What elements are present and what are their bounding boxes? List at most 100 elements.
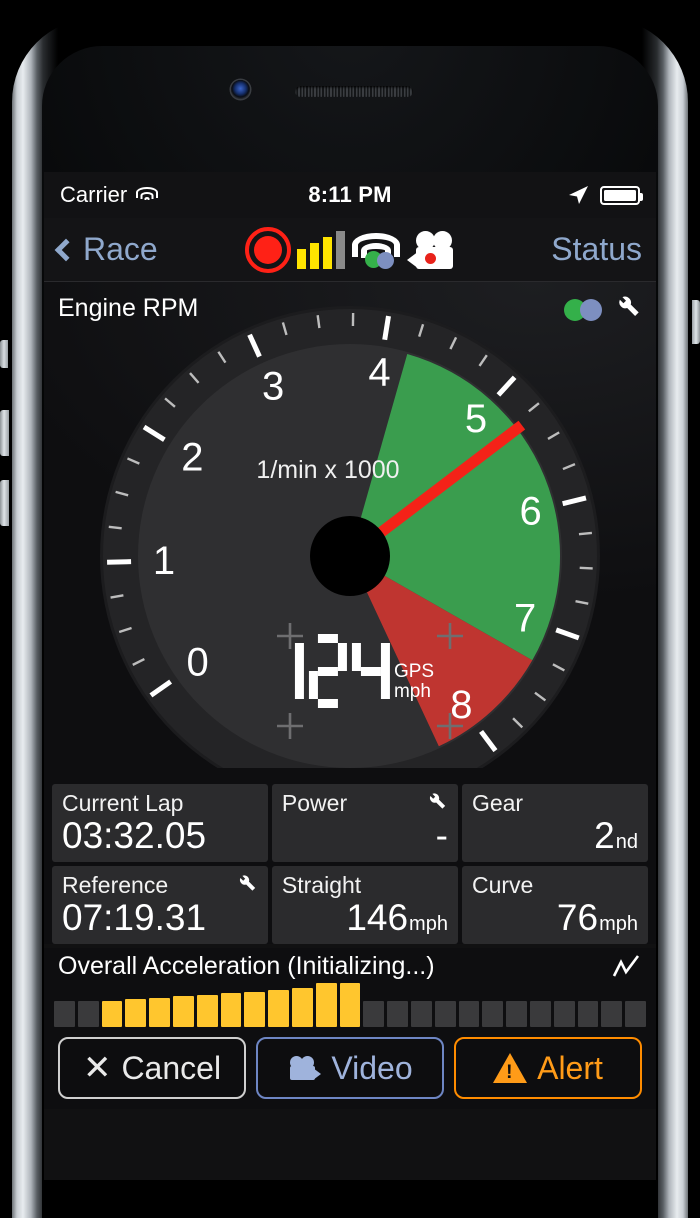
data-box-value: 2nd <box>472 817 638 854</box>
video-button[interactable]: Video <box>256 1037 444 1099</box>
gauge-tick-label: 6 <box>519 490 541 534</box>
video-camera-icon[interactable] <box>407 231 455 269</box>
acceleration-label: Overall Acceleration (Initializing...) <box>58 952 435 981</box>
cancel-button[interactable]: ✕ Cancel <box>58 1037 246 1099</box>
data-box-number: - <box>436 817 448 854</box>
signal-bar <box>323 237 332 269</box>
acceleration-bar <box>54 1001 75 1027</box>
acceleration-bar <box>435 1001 456 1027</box>
acceleration-bar <box>316 983 337 1027</box>
status-bar-right <box>566 184 640 206</box>
earpiece-speaker <box>295 86 413 97</box>
mute-switch[interactable] <box>0 340 8 368</box>
signal-bar <box>310 243 319 269</box>
alert-button[interactable]: Alert <box>454 1037 642 1099</box>
nav-bar: Race Status <box>44 218 656 282</box>
acceleration-bar <box>292 988 313 1027</box>
gauge-tick-label: 5 <box>465 397 487 441</box>
status-button[interactable]: Status <box>551 231 642 268</box>
data-box-suffix: nd <box>616 832 638 852</box>
data-box-value: 03:32.05 <box>62 817 258 854</box>
data-box-number: 03:32.05 <box>62 817 206 854</box>
data-box-suffix: mph <box>409 914 448 934</box>
data-box-header: Straight <box>282 872 448 899</box>
acceleration-header: Overall Acceleration (Initializing...) <box>44 948 656 983</box>
data-box-value: 76mph <box>472 899 638 936</box>
gauge-tick-label: 2 <box>181 435 203 479</box>
data-box-row: Reference07:19.31Straight146mphCurve76mp… <box>52 866 648 944</box>
data-box[interactable]: Gear2nd <box>462 784 648 862</box>
record-icon[interactable] <box>245 227 291 273</box>
acceleration-bar <box>78 1001 99 1027</box>
button-label: Cancel <box>121 1050 221 1087</box>
gps-label: GPS <box>394 661 434 682</box>
gauge-tick <box>107 562 131 563</box>
data-box-header: Current Lap <box>62 790 258 817</box>
wifi-blue-dot <box>377 252 394 269</box>
battery-icon <box>600 186 640 205</box>
status-bar-time: 8:11 PM <box>44 182 656 208</box>
volume-down-button[interactable] <box>0 480 9 526</box>
data-box-number: 07:19.31 <box>62 899 206 936</box>
data-box-header: Reference <box>62 872 258 899</box>
location-arrow-icon <box>566 184 590 206</box>
acceleration-bar <box>387 1001 408 1027</box>
wrench-icon[interactable] <box>612 296 642 324</box>
data-box-number: 76 <box>557 899 598 936</box>
acceleration-bar <box>102 1001 123 1027</box>
gauge-tick-label: 4 <box>368 350 390 394</box>
signal-bar <box>297 249 306 269</box>
data-box[interactable]: Reference07:19.31 <box>52 866 268 944</box>
seven-segment-digit <box>352 634 390 708</box>
acceleration-bar <box>530 1001 551 1027</box>
button-label: Video <box>331 1050 412 1087</box>
gauge-tick <box>109 527 122 529</box>
digital-speed-readout: GPS mph <box>266 634 434 708</box>
power-button[interactable] <box>692 300 700 344</box>
acceleration-bar <box>340 983 361 1027</box>
acceleration-bar <box>221 993 242 1027</box>
acceleration-bar <box>578 1001 599 1027</box>
signal-bars-icon[interactable] <box>297 231 345 269</box>
data-box-header: Gear <box>472 790 638 817</box>
front-camera-icon <box>231 80 250 99</box>
data-box[interactable]: Power - <box>272 784 458 862</box>
seven-segment-digit <box>309 634 347 708</box>
wrench-icon[interactable] <box>234 875 258 897</box>
gauge-tick-label: 8 <box>450 683 472 727</box>
acceleration-bar <box>554 1001 575 1027</box>
gauge-tick-label: 1 <box>153 539 175 583</box>
signal-bar <box>336 231 345 269</box>
data-box-header: Curve <box>472 872 638 899</box>
acceleration-bar-meter[interactable] <box>44 983 656 1033</box>
data-box[interactable]: Current Lap03:32.05 <box>52 784 268 862</box>
gauge-tick <box>579 533 592 534</box>
acceleration-bar <box>244 992 265 1027</box>
volume-up-button[interactable] <box>0 410 9 456</box>
gauge-hub <box>310 516 390 596</box>
data-box-header: Power <box>282 790 448 817</box>
line-graph-icon[interactable] <box>612 954 642 980</box>
gauge-tick <box>580 568 593 569</box>
data-box-label: Curve <box>472 872 533 899</box>
data-boxes-grid: Current Lap03:32.05 Power -Gear2nd Referenc… <box>44 780 656 944</box>
wifi-status-icon[interactable] <box>351 231 401 269</box>
acceleration-bar <box>411 1001 432 1027</box>
back-button[interactable]: Race <box>58 231 158 268</box>
acceleration-bar <box>625 1001 646 1027</box>
acceleration-bar <box>268 990 289 1027</box>
data-box[interactable]: Straight146mph <box>272 866 458 944</box>
data-box-label: Power <box>282 790 347 817</box>
close-x-icon: ✕ <box>83 1051 112 1085</box>
data-box[interactable]: Curve76mph <box>462 866 648 944</box>
wrench-icon[interactable] <box>424 793 448 815</box>
back-button-label: Race <box>83 231 158 268</box>
data-box-value: - <box>282 817 448 854</box>
data-box-suffix: mph <box>599 914 638 934</box>
acceleration-bar <box>173 996 194 1027</box>
data-box-label: Current Lap <box>62 790 183 817</box>
data-box-row: Current Lap03:32.05 Power -Gear2nd <box>52 784 648 862</box>
warning-triangle-icon <box>493 1053 527 1083</box>
gauge-tick-label: 7 <box>514 597 536 641</box>
acceleration-bar <box>459 1001 480 1027</box>
